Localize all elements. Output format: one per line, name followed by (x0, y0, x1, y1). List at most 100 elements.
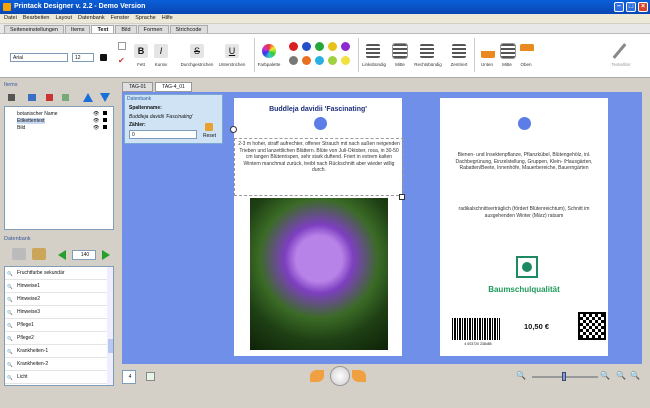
valign-middle-icon[interactable] (500, 43, 516, 59)
navigation-wheel[interactable] (330, 366, 350, 386)
menu-datei[interactable]: Datei (4, 14, 17, 23)
add-page-icon[interactable] (146, 372, 155, 381)
underline-icon[interactable]: U (225, 44, 239, 58)
menu-fenster[interactable]: Fenster (111, 14, 130, 23)
font-name-select[interactable]: Arial (10, 53, 68, 62)
list-item[interactable]: Hinweise2 (5, 293, 113, 306)
menu-datenbank[interactable]: Datenbank (78, 14, 105, 23)
align-right-icon[interactable] (420, 44, 434, 58)
strikethrough-icon[interactable]: S (190, 44, 204, 58)
tree-item-botanical-name[interactable]: botanischer Name (17, 111, 58, 117)
visibility-eye-icon[interactable]: 👁 (93, 125, 99, 131)
zoom-100-icon[interactable]: 🔍 (630, 371, 640, 380)
close-button[interactable]: × (638, 2, 648, 12)
label-care[interactable]: radikalschnittverträglich (fördert Blüte… (446, 206, 602, 219)
lock-icon[interactable] (103, 125, 107, 129)
next-record-icon[interactable] (102, 250, 110, 260)
label-description[interactable]: 2-3 m hoher, straff aufrechter, offener … (234, 138, 404, 196)
move-up-icon[interactable] (83, 93, 93, 102)
lock-icon[interactable] (100, 54, 107, 61)
menu-sprache[interactable]: Sprache (135, 14, 156, 23)
valign-top-icon[interactable] (520, 44, 534, 58)
color-swatch-grey[interactable] (289, 56, 298, 65)
menu-hilfe[interactable]: Hilfe (162, 14, 173, 23)
edit-item-icon[interactable] (62, 94, 69, 101)
color-swatch-lime[interactable] (328, 56, 337, 65)
record-number-field[interactable]: 140 (72, 250, 96, 260)
tree-item-image[interactable]: Bild (17, 125, 25, 131)
delete-item-icon[interactable] (46, 94, 53, 101)
list-item[interactable]: Fruchtfarbe sekundär (5, 267, 113, 280)
tab-items[interactable]: Items (65, 25, 91, 33)
menu-bearbeiten[interactable]: Bearbeiten (23, 14, 50, 23)
zoom-slider-thumb[interactable] (562, 372, 566, 381)
clear-icon[interactable]: ✔ (118, 56, 125, 65)
list-item[interactable]: Licht (5, 371, 113, 384)
color-swatch-red[interactable] (289, 42, 298, 51)
scrollbar-thumb[interactable] (108, 339, 113, 353)
list-scrollbar[interactable] (107, 267, 113, 385)
color-swatch-violet[interactable] (341, 56, 350, 65)
italic-icon[interactable]: I (154, 44, 168, 58)
image-item-icon[interactable] (28, 94, 36, 101)
justify-icon[interactable] (452, 44, 466, 58)
zoom-out-icon[interactable]: 🔍 (516, 371, 526, 380)
list-item[interactable]: Pflege2 (5, 332, 113, 345)
undo-icon[interactable] (310, 370, 324, 382)
color-swatch-cyan[interactable] (315, 56, 324, 65)
zoom-in-icon[interactable]: 🔍 (600, 371, 610, 380)
label-title[interactable]: Buddleja davidii 'Fascinating' (234, 106, 402, 113)
zoom-fit-icon[interactable]: 🔍 (616, 371, 626, 380)
list-item[interactable]: Pflege1 (5, 319, 113, 332)
qr-code[interactable] (578, 312, 606, 340)
page-count-field[interactable]: 4 (122, 370, 136, 384)
color-swatch-blue[interactable] (302, 42, 311, 51)
rotate-handle[interactable] (230, 126, 237, 133)
previous-record-icon[interactable] (58, 250, 66, 260)
database-icon[interactable] (12, 248, 26, 260)
visibility-eye-icon[interactable]: 👁 (93, 118, 99, 124)
price[interactable]: 10,50 € (524, 322, 549, 331)
format-icon[interactable] (118, 42, 126, 50)
tab-text[interactable]: Text (91, 25, 115, 33)
color-palette-icon[interactable] (262, 44, 276, 58)
color-swatch-purple[interactable] (341, 42, 350, 51)
doc-tab-tag-01[interactable]: TAG-01 (122, 82, 154, 92)
counter-input[interactable]: 0 (129, 130, 197, 139)
align-center-icon[interactable] (392, 43, 408, 59)
color-swatch-yellow[interactable] (328, 42, 337, 51)
visibility-eye-icon[interactable]: 👁 (93, 111, 99, 117)
resize-handle[interactable] (399, 194, 405, 200)
menu-layout[interactable]: Layout (55, 14, 72, 23)
redo-icon[interactable] (352, 370, 366, 382)
lock-icon[interactable] (103, 118, 107, 122)
doc-tab-tag-4-01[interactable]: TAG-4_01 (155, 82, 192, 92)
minimize-button[interactable]: – (614, 2, 624, 12)
barcode[interactable] (452, 318, 500, 340)
quality-text[interactable]: Baumschulqualität (440, 285, 608, 294)
list-item[interactable]: Hinweise1 (5, 280, 113, 293)
database-open-icon[interactable] (32, 248, 46, 260)
tab-formen[interactable]: Formen (137, 25, 169, 33)
pencil-icon[interactable] (612, 43, 627, 59)
font-size-select[interactable]: 12 (72, 53, 94, 62)
valign-bottom-icon[interactable] (481, 44, 495, 58)
list-item[interactable]: Krankheiten-2 (5, 358, 113, 371)
tab-bild[interactable]: Bild (115, 25, 137, 33)
add-item-icon[interactable] (8, 94, 15, 101)
align-left-icon[interactable] (366, 44, 380, 58)
color-swatch-orange[interactable] (302, 56, 311, 65)
tab-seiteneinstellungen[interactable]: Seiteneinstellungen (4, 25, 65, 33)
reset-button[interactable]: Reset (203, 133, 216, 139)
plant-photo[interactable] (250, 198, 388, 350)
lock-icon[interactable] (103, 111, 107, 115)
list-item[interactable]: Krankheiten-1 (5, 345, 113, 358)
maximize-button[interactable]: □ (626, 2, 636, 12)
label-uses[interactable]: Bienen- und Insektenpflanze, Pflanzkübel… (446, 152, 602, 172)
bold-icon[interactable]: B (134, 44, 148, 58)
move-down-icon[interactable] (100, 93, 110, 102)
tab-strichcode[interactable]: Strichcode (169, 25, 208, 33)
list-item[interactable]: Hinweise3 (5, 306, 113, 319)
color-swatch-green[interactable] (315, 42, 324, 51)
tree-item-label-text[interactable]: Etikettentext (17, 118, 45, 124)
